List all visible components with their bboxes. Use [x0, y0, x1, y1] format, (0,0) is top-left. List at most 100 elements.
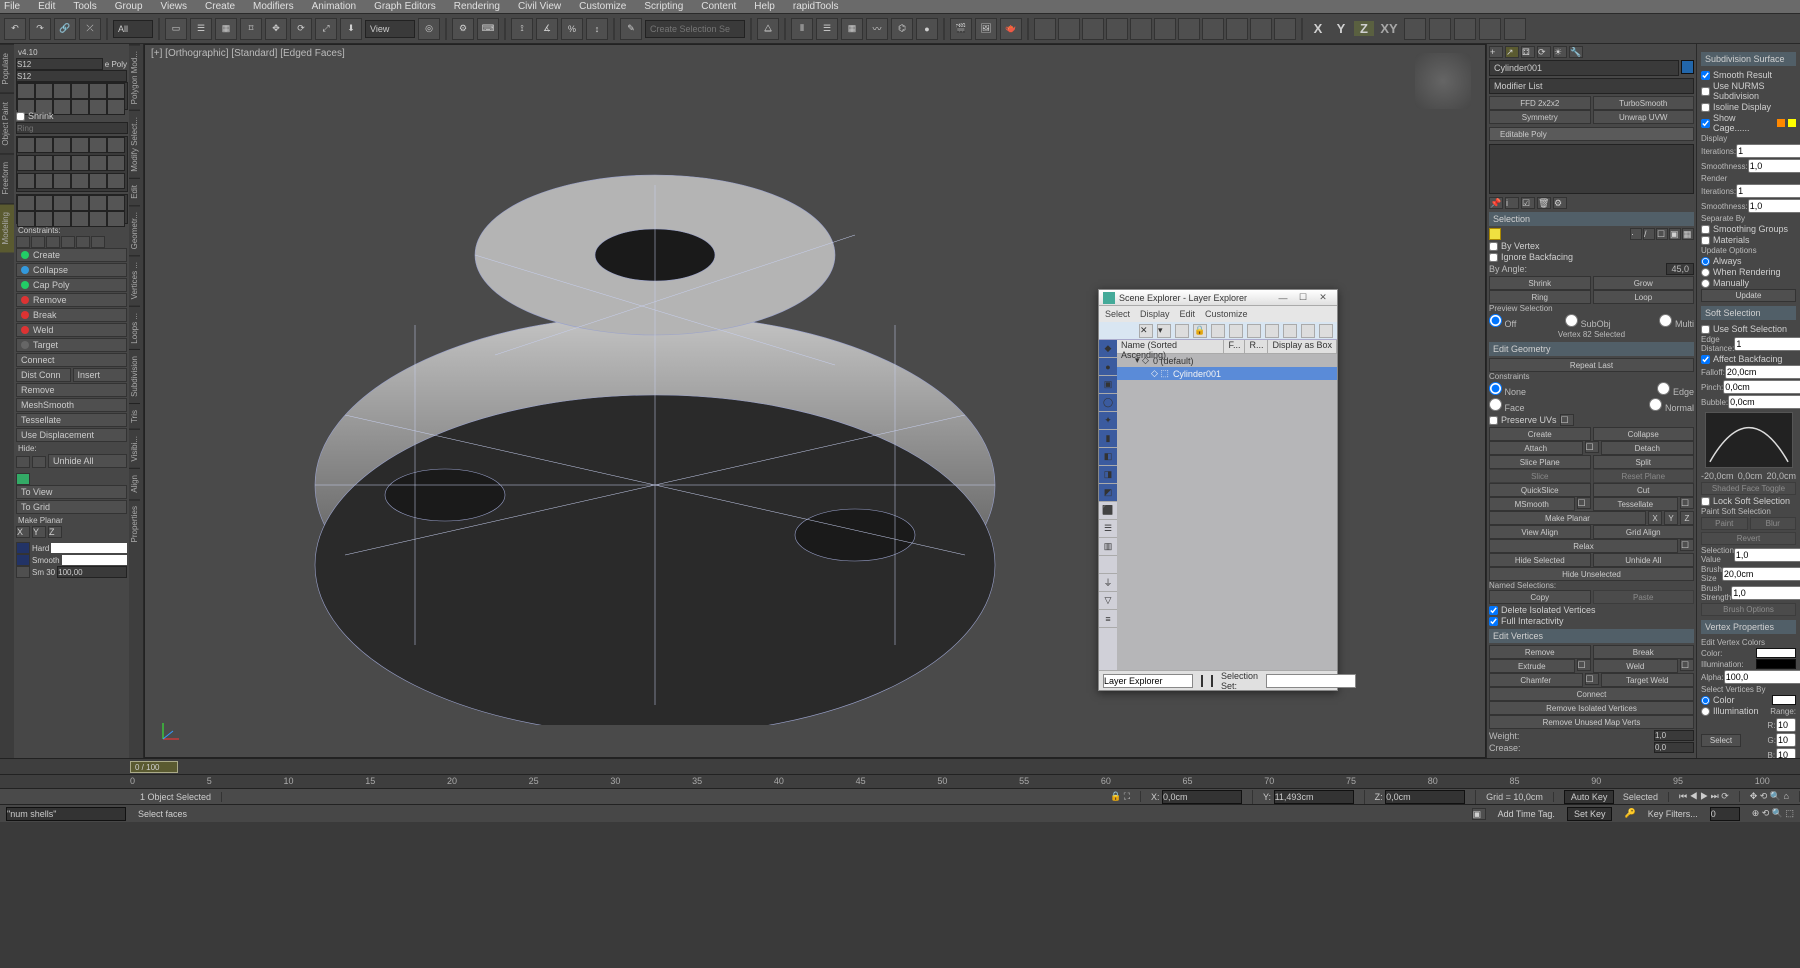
edge-dist[interactable]	[1734, 337, 1800, 351]
auto-key-button[interactable]: Auto Key	[1564, 790, 1615, 804]
tool-palette-3[interactable]	[16, 194, 128, 224]
create-button[interactable]: Create	[16, 248, 127, 262]
alpha-spinner[interactable]	[1724, 670, 1800, 684]
vtool-13[interactable]: ⏚	[1099, 574, 1117, 592]
weight-spinner[interactable]	[1654, 730, 1694, 741]
schematic-button[interactable]: ⌬	[891, 18, 913, 40]
subtab-geom[interactable]: Geometr...	[129, 205, 140, 255]
edit-vertices-rollout-head[interactable]: Edit Vertices	[1489, 629, 1694, 643]
rem-unused-btn[interactable]: Remove Unused Map Verts	[1489, 715, 1694, 729]
selection-rollout-head[interactable]: Selection	[1489, 212, 1694, 226]
se-btn-7[interactable]	[1247, 324, 1261, 338]
menu-animation[interactable]: Animation	[312, 1, 356, 12]
cap-poly-button[interactable]: Cap Poly	[16, 278, 127, 292]
hide-unsel-btn[interactable]: Hide Unselected	[1489, 567, 1694, 581]
se-btn-10[interactable]	[1301, 324, 1315, 338]
connect-v-btn[interactable]: Connect	[1489, 687, 1694, 701]
render-button[interactable]: 🫖	[1000, 18, 1022, 40]
shrink-button[interactable]: Shrink	[1489, 276, 1591, 290]
selvb-illum[interactable]	[1701, 707, 1710, 716]
unlink-button[interactable]: ⤫	[79, 18, 101, 40]
status-z[interactable]	[1385, 790, 1465, 804]
preserve-settings[interactable]: ☐	[1560, 414, 1574, 426]
relax-btn[interactable]: Relax	[1489, 539, 1678, 553]
nav-controls[interactable]: ✥ ⟲ 🔍 ⌂	[1740, 791, 1800, 802]
constraint-edge[interactable]	[1657, 382, 1670, 395]
cp-create-tab[interactable]: +	[1489, 46, 1503, 58]
planar-y[interactable]: Y	[32, 526, 46, 538]
shaded-toggle[interactable]: Shaded Face Toggle	[1701, 482, 1796, 495]
config[interactable]: ⚙	[1553, 197, 1567, 209]
tool-j[interactable]	[1250, 18, 1272, 40]
slice-btn[interactable]: Slice Plane	[1489, 455, 1591, 469]
set-key-button[interactable]: Set Key	[1567, 807, 1613, 821]
render-iter[interactable]	[1736, 184, 1800, 198]
tree-row-cylinder[interactable]: ◇ ⬚Cylinder001	[1117, 367, 1337, 380]
update-button[interactable]: Update	[1701, 289, 1796, 302]
cp-hierarchy-tab[interactable]: ⚃	[1521, 46, 1535, 58]
full-interact-check[interactable]	[1489, 617, 1498, 626]
menu-file[interactable]: File	[4, 1, 20, 12]
percent-snap-button[interactable]: %	[561, 18, 583, 40]
planar-z-btn[interactable]: Z	[1680, 511, 1694, 525]
vtool-4[interactable]: ◯	[1099, 394, 1117, 412]
se-btn-5[interactable]	[1211, 324, 1225, 338]
s1-input[interactable]	[16, 58, 103, 70]
vtool-6[interactable]: ▮	[1099, 430, 1117, 448]
ring-button[interactable]: Ring	[1489, 290, 1591, 304]
move-button[interactable]: ✥	[265, 18, 287, 40]
ffd-button[interactable]: FFD 2x2x2	[1489, 96, 1591, 110]
vertex-illum-swatch[interactable]	[1756, 659, 1796, 669]
subtab-polymod[interactable]: Polygon Mod...	[129, 44, 140, 110]
preserve-uvs-check[interactable]	[1489, 416, 1498, 425]
pin-stack[interactable]: 📌	[1489, 197, 1503, 209]
bubble-spinner[interactable]	[1728, 395, 1800, 409]
se-btn-4[interactable]: 🔒	[1193, 324, 1207, 338]
key-filters-button[interactable]: Key Filters...	[1648, 809, 1698, 819]
se-btn-1[interactable]: ✕	[1139, 324, 1153, 338]
loop-button[interactable]: Loop	[1593, 290, 1695, 304]
menu-edit[interactable]: Edit	[38, 1, 55, 12]
target-button[interactable]: Target	[16, 338, 127, 352]
unwrap-button[interactable]: Unwrap UVW	[1593, 110, 1695, 124]
blur-btn[interactable]: Blur	[1750, 517, 1797, 530]
extra-4[interactable]	[1479, 18, 1501, 40]
sep-sg-check[interactable]	[1701, 225, 1710, 234]
axis-x-button[interactable]: X	[1308, 21, 1328, 36]
to-grid-button[interactable]: To Grid	[16, 500, 127, 514]
subtab-loops[interactable]: Loops ...	[129, 306, 140, 350]
play-controls[interactable]: ⏮ ◀ ▶ ⏭ ⟳	[1669, 791, 1740, 802]
vtool-3[interactable]: ▣	[1099, 376, 1117, 394]
viewcube[interactable]	[1415, 53, 1471, 109]
tool-e[interactable]	[1130, 18, 1152, 40]
del-iso-check[interactable]	[1489, 606, 1498, 615]
timeline[interactable]: 0 / 100	[0, 758, 1800, 774]
manipulate-button[interactable]: ⚙	[452, 18, 474, 40]
spinner-snap-button[interactable]: ↕	[586, 18, 608, 40]
hide-unsel-icon[interactable]	[32, 456, 46, 468]
planar-z[interactable]: Z	[48, 526, 62, 538]
vtool-11[interactable]: ☰	[1099, 520, 1117, 538]
iter-spinner[interactable]	[1736, 144, 1800, 158]
scene-ex-titlebar[interactable]: Scene Explorer - Layer Explorer — ☐ ✕	[1099, 290, 1337, 306]
constraint-none[interactable]	[1489, 382, 1502, 395]
se-menu-select[interactable]: Select	[1105, 309, 1130, 319]
vertprops-head[interactable]: Vertex Properties	[1701, 620, 1796, 634]
menu-tools[interactable]: Tools	[73, 1, 96, 12]
subobj-edge[interactable]: /	[1643, 228, 1655, 240]
cp-modify-tab[interactable]: ↗	[1505, 46, 1519, 58]
subdiv-surface-head[interactable]: Subdivision Surface	[1701, 52, 1796, 66]
subtab-verts[interactable]: Vertices ...	[129, 255, 140, 305]
brush-options-btn[interactable]: Brush Options	[1701, 603, 1796, 616]
reset-plane-btn[interactable]: Reset Plane	[1593, 469, 1695, 483]
placement-button[interactable]: ⬇	[340, 18, 362, 40]
break-v-btn[interactable]: Break	[1593, 645, 1695, 659]
align-button[interactable]: ⫴	[791, 18, 813, 40]
rotate-button[interactable]: ⟳	[290, 18, 312, 40]
extra-5[interactable]	[1504, 18, 1526, 40]
affect-back-check[interactable]	[1701, 355, 1710, 364]
detach-btn[interactable]: Detach	[1601, 441, 1695, 455]
track-bar[interactable]: 051015 20253035 40455055 60657075 808590…	[0, 774, 1800, 788]
preview-subobj[interactable]	[1565, 314, 1578, 327]
r-spinner[interactable]	[1776, 718, 1796, 732]
